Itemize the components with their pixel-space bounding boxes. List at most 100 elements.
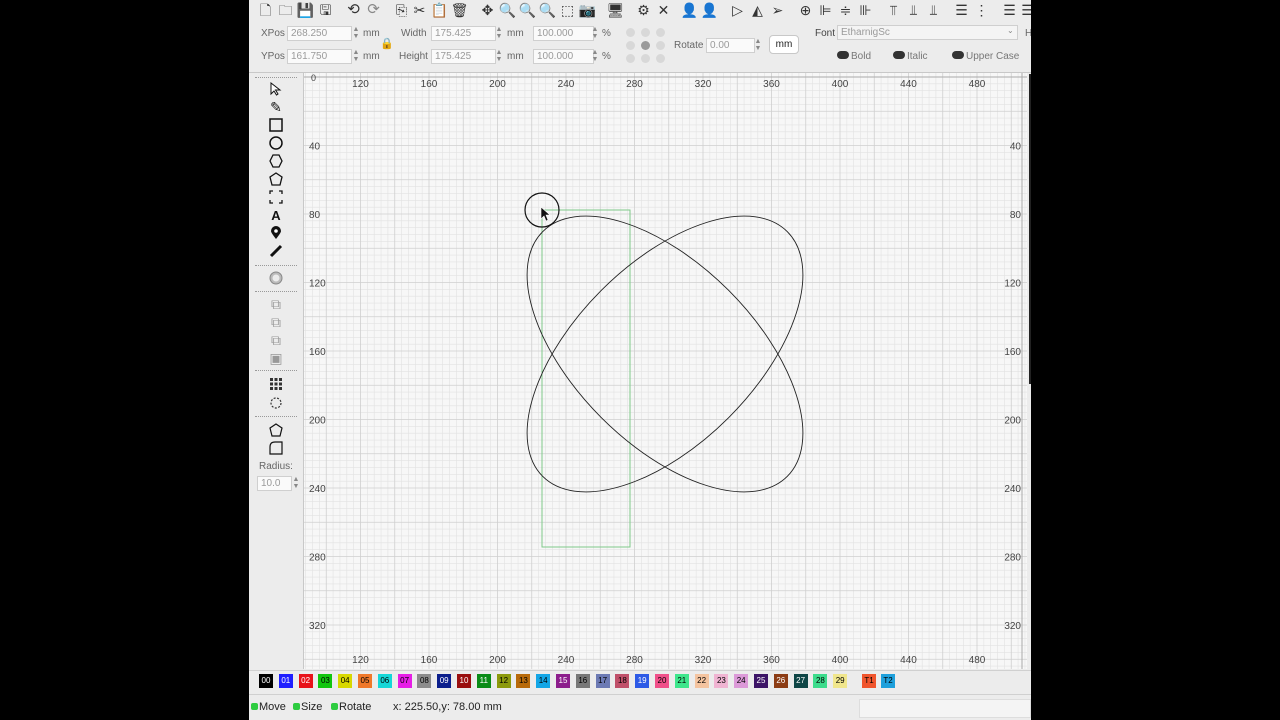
user-icon[interactable]: 👤 <box>681 1 698 18</box>
anchor-point[interactable] <box>626 54 635 63</box>
size-toggle[interactable]: Size <box>293 701 322 713</box>
zoom-in-icon[interactable]: 🔍 <box>499 1 516 18</box>
new-file-icon[interactable]: 🗋 <box>257 1 274 18</box>
rectangle-icon[interactable] <box>267 117 285 133</box>
save-icon[interactable]: 💾 <box>297 1 314 18</box>
color-swatch-29[interactable]: 29 <box>833 674 848 688</box>
color-swatch-21[interactable]: 21 <box>674 674 689 688</box>
undo-icon[interactable]: ⟲ <box>345 1 362 18</box>
xpos-stepper[interactable]: ▲ ▼ <box>352 26 360 40</box>
camera-icon[interactable]: 📷 <box>579 1 596 18</box>
scale-height-stepper[interactable]: ▲ ▼ <box>591 49 599 63</box>
ellipse-icon[interactable] <box>267 135 285 151</box>
target-icon[interactable]: ⊕ <box>797 1 814 18</box>
color-swatch-18[interactable]: 18 <box>615 674 630 688</box>
move-toggle[interactable]: Move <box>251 701 286 713</box>
align-top-icon[interactable]: ⫪ <box>885 1 902 18</box>
boolean-xor-icon[interactable]: ▣ <box>267 350 285 366</box>
color-swatch-25[interactable]: 25 <box>754 674 768 688</box>
color-swatch-23[interactable]: 23 <box>714 674 729 688</box>
monitor-icon[interactable]: 🖥 <box>607 1 625 18</box>
color-swatch-24[interactable]: 24 <box>734 674 749 688</box>
pen-icon[interactable]: ✎ <box>267 99 285 115</box>
align-center-icon[interactable]: ≑ <box>837 1 854 18</box>
color-swatch-01[interactable]: 01 <box>278 674 293 688</box>
rotate-toggle[interactable]: Rotate <box>331 701 371 713</box>
delete-icon[interactable]: 🗑 <box>451 1 469 18</box>
color-swatch-05[interactable]: 05 <box>358 674 372 688</box>
redo-icon[interactable]: ⟳ <box>365 1 382 18</box>
color-swatch-t2[interactable]: T2 <box>881 674 895 688</box>
scale-width-field[interactable]: 100.000 <box>533 26 594 41</box>
color-swatch-06[interactable]: 06 <box>377 674 392 688</box>
height-field[interactable]: 175.425 <box>431 49 496 64</box>
align-left-icon[interactable]: ⊫ <box>817 1 834 18</box>
color-swatch-22[interactable]: 22 <box>694 674 709 688</box>
user-filled-icon[interactable]: 👤 <box>701 1 718 18</box>
ypos-stepper[interactable]: ▲ ▼ <box>352 49 360 63</box>
color-swatch-10[interactable]: 10 <box>457 674 471 688</box>
corner-radius-icon[interactable] <box>267 440 285 456</box>
italic-toggle[interactable]: Italic <box>893 51 928 62</box>
rotate-field[interactable]: 0.00 <box>706 38 755 53</box>
color-swatch-19[interactable]: 19 <box>635 674 650 688</box>
send-icon[interactable]: ➢ <box>769 1 786 18</box>
move-icon[interactable]: ✥ <box>479 1 496 18</box>
circular-array-icon[interactable] <box>267 395 285 411</box>
color-swatch-08[interactable]: 08 <box>417 674 432 688</box>
align-right-icon[interactable]: ⊪ <box>857 1 874 18</box>
color-swatch-28[interactable]: 28 <box>813 674 828 688</box>
color-swatch-15[interactable]: 15 <box>556 674 570 688</box>
drawing-canvas[interactable]: 120 120 160 160 200 200 240 240 280 280 320 320 360 3… <box>304 73 1027 669</box>
color-swatch-09[interactable]: 09 <box>437 674 452 688</box>
open-folder-icon[interactable]: 🗀 <box>277 1 294 18</box>
select-area-icon[interactable]: ⬚ <box>559 1 576 18</box>
zoom-out-icon[interactable]: 🔍 <box>519 1 536 18</box>
color-swatch-07[interactable]: 07 <box>397 674 412 688</box>
ypos-field[interactable]: 161.750 <box>287 49 352 64</box>
scale-height-field[interactable]: 100.000 <box>533 49 594 64</box>
color-swatch-02[interactable]: 02 <box>298 674 313 688</box>
rotate-stepper[interactable]: ▲ ▼ <box>754 38 762 52</box>
anchor-point[interactable] <box>626 28 635 37</box>
width-field[interactable]: 175.425 <box>431 26 496 41</box>
edit-nodes-icon[interactable] <box>267 422 285 438</box>
anchor-point[interactable] <box>656 28 665 37</box>
boolean-union-icon[interactable]: ⧉ <box>267 296 285 312</box>
color-swatch-20[interactable]: 20 <box>655 674 669 688</box>
polygon-icon[interactable] <box>267 153 285 169</box>
select-arrow-icon[interactable] <box>267 81 285 97</box>
anchor-point[interactable] <box>641 54 650 63</box>
align-bottom-icon[interactable]: ⫫ <box>925 1 942 18</box>
color-swatch-27[interactable]: 27 <box>793 674 808 688</box>
anchor-point-selected[interactable] <box>641 41 650 50</box>
color-swatch-11[interactable]: 11 <box>476 674 491 688</box>
zoom-fit-icon[interactable]: 🔍 <box>539 1 556 18</box>
paste-icon[interactable]: 📋 <box>431 1 448 18</box>
offset-icon[interactable] <box>267 270 285 286</box>
xpos-field[interactable]: 268.250 <box>287 26 352 41</box>
color-swatch-t1[interactable]: T1 <box>862 674 876 688</box>
anchor-point[interactable] <box>656 41 665 50</box>
upper-case-toggle[interactable]: Upper Case <box>952 51 1019 62</box>
text-tool-icon[interactable]: A <box>267 207 285 223</box>
align-middle-icon[interactable]: ⫫ <box>905 1 922 18</box>
anchor-point[interactable] <box>626 41 635 50</box>
color-swatch-12[interactable]: 12 <box>496 674 511 688</box>
distribute-h-icon[interactable]: ☰ <box>953 1 970 18</box>
location-pin-icon[interactable] <box>267 225 285 241</box>
color-swatch-26[interactable]: 26 <box>773 674 788 688</box>
cut-icon[interactable]: ✂ <box>411 1 428 18</box>
save-as-icon[interactable]: 🖫 <box>317 1 334 18</box>
spacing-h-icon[interactable]: ☰ <box>1001 1 1018 18</box>
play-icon[interactable]: ▷ <box>729 1 746 18</box>
color-swatch-03[interactable]: 03 <box>318 674 333 688</box>
grid-array-icon[interactable] <box>267 376 285 392</box>
settings-gear-icon[interactable]: ⚙ <box>635 1 652 18</box>
color-swatch-17[interactable]: 17 <box>595 674 610 688</box>
boolean-intersect-icon[interactable]: ⧉ <box>267 332 285 348</box>
distribute-v-icon[interactable]: ⋮ <box>973 1 990 18</box>
scale-width-stepper[interactable]: ▲ ▼ <box>591 26 599 40</box>
tools-icon[interactable]: ✕ <box>655 1 672 18</box>
color-swatch-14[interactable]: 14 <box>536 674 551 688</box>
